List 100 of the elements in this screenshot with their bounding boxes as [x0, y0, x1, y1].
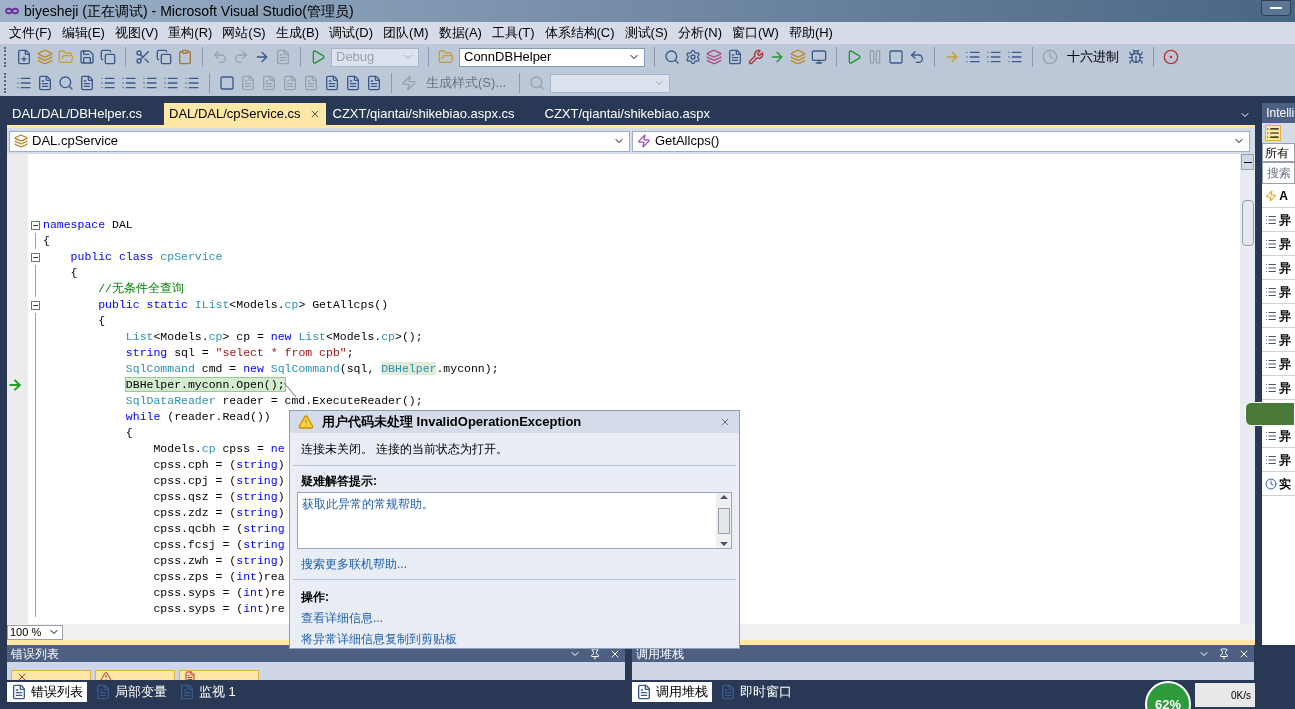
filter-toggle[interactable] — [11, 670, 91, 680]
file-tab[interactable]: CZXT/qiantai/shikebiao.aspx.cs — [327, 103, 538, 125]
code-line: cpss.zwh = (string) — [152, 553, 285, 569]
restart-icon[interactable] — [909, 49, 925, 65]
panel-row[interactable]: 实 — [1262, 472, 1295, 496]
breakpoint-icon[interactable] — [1128, 49, 1144, 65]
help-link[interactable]: 获取此异常的常规帮助。 — [302, 495, 712, 514]
menu-item[interactable]: 数据(A) — [433, 23, 487, 43]
panel-row[interactable]: 异 — [1262, 352, 1295, 376]
pin-icon[interactable] — [1218, 647, 1230, 660]
menu-item[interactable]: 文件(F) — [4, 23, 57, 43]
hex-button[interactable]: 十六进制 — [1063, 47, 1123, 67]
menu-item[interactable]: 团队(M) — [378, 23, 434, 43]
leader-line — [283, 382, 297, 398]
command-window-icon[interactable] — [811, 49, 827, 65]
file-tab[interactable]: CZXT/qiantai/shikebiao.aspx — [539, 103, 715, 125]
infinity-logo-icon — [4, 6, 20, 16]
panel-tab[interactable]: 调用堆栈 — [632, 682, 712, 702]
collapse-icon[interactable] — [31, 300, 40, 310]
toolbar-icon[interactable] — [37, 75, 53, 91]
menu-item[interactable]: 重构(R) — [163, 23, 218, 43]
panel-tab[interactable]: 局部变量 — [91, 682, 171, 702]
action-link[interactable]: 查看详细信息... — [290, 606, 739, 627]
panel-row[interactable]: 异 — [1262, 448, 1295, 472]
cut-icon[interactable] — [135, 49, 151, 65]
panel-tab[interactable]: 监视 1 — [175, 682, 240, 702]
menu-item[interactable]: 体系结构(C) — [539, 23, 620, 43]
menu-item[interactable]: 测试(S) — [619, 23, 673, 43]
filter-toggle[interactable] — [179, 670, 259, 680]
list-icon — [1265, 429, 1278, 442]
paste-icon[interactable] — [177, 49, 193, 65]
panel-tab[interactable]: 错误列表 — [7, 682, 87, 702]
file-tab[interactable]: DAL/DAL/cpService.cs — [164, 103, 326, 125]
start-icon[interactable] — [310, 49, 326, 65]
scroll-up-icon[interactable] — [719, 495, 728, 500]
file-tab[interactable]: DAL/DAL/DBHelper.cs — [7, 103, 162, 125]
search-field[interactable]: 搜索 — [1262, 162, 1295, 184]
list-icon — [1265, 285, 1278, 298]
copy-icon[interactable] — [156, 49, 172, 65]
type-combo[interactable]: DAL.cpService — [9, 130, 630, 152]
menu-item[interactable]: 视图(V) — [109, 23, 164, 43]
code-line: cpss.syps = (int)re — [152, 585, 285, 601]
list-icon — [1265, 453, 1278, 466]
search-online-help-link[interactable]: 搜索更多联机帮助... — [290, 549, 739, 580]
scroll-down-icon[interactable] — [719, 542, 728, 547]
panel-row[interactable]: 异 — [1262, 208, 1295, 232]
navigate-icon[interactable] — [254, 49, 270, 65]
document-icon — [11, 684, 27, 700]
continue-icon[interactable] — [846, 49, 862, 65]
split-handle-icon[interactable] — [1241, 154, 1255, 170]
panel-row[interactable]: 异 — [1262, 280, 1295, 304]
toolbar-icon[interactable] — [163, 75, 179, 91]
collapse-icon[interactable] — [31, 252, 40, 262]
panel-row[interactable]: 异 — [1262, 232, 1295, 256]
toolbar-icon[interactable] — [142, 75, 158, 91]
stop-icon[interactable] — [888, 49, 904, 65]
menu-item[interactable]: 窗口(W) — [726, 23, 784, 43]
zoom-combo[interactable]: 100 % — [7, 624, 63, 640]
menu-item[interactable]: 工具(T) — [486, 23, 540, 43]
list-icon — [1265, 213, 1278, 226]
menu-item[interactable]: 网站(S) — [217, 23, 271, 43]
menu-item[interactable]: 编辑(E) — [56, 23, 110, 43]
action-link[interactable]: 将异常详细信息复制到剪贴板 — [290, 627, 739, 648]
member-combo[interactable]: GetAllcps() — [632, 130, 1250, 152]
scrollbar-thumb[interactable] — [717, 507, 730, 534]
panel-tab[interactable]: 即时窗口 — [716, 682, 796, 702]
menu-item[interactable]: 生成(B) — [270, 23, 325, 43]
save-icon[interactable] — [79, 49, 95, 65]
toolbar-icon[interactable] — [16, 75, 32, 91]
find-icon[interactable] — [664, 49, 680, 65]
document-icon — [636, 684, 652, 700]
panel-row[interactable]: 异 — [1262, 256, 1295, 280]
panel-row[interactable]: A — [1262, 184, 1295, 208]
tools-icon[interactable] — [748, 49, 764, 65]
filter-toggle[interactable] — [95, 670, 175, 680]
scrollbar-thumb[interactable] — [1241, 200, 1254, 246]
code-line: List<Models.cp> cp = new List<Models.cp>(); — [124, 329, 423, 345]
code-line: string sql = "select * from cpb"; — [124, 345, 354, 361]
menu-item[interactable]: 调试(D) — [324, 23, 379, 43]
panel-row[interactable]: 异 — [1262, 328, 1295, 352]
properties-icon[interactable] — [685, 49, 701, 65]
menu-item[interactable]: 帮助(H) — [783, 23, 838, 43]
toolbar-icon[interactable] — [79, 75, 95, 91]
categorized-icon[interactable] — [1265, 125, 1282, 141]
minimize-button[interactable] — [1261, 0, 1291, 16]
import-icon[interactable] — [769, 49, 785, 65]
panel-row[interactable]: 异 — [1262, 376, 1295, 400]
save-all-icon[interactable] — [100, 49, 116, 65]
find-combo[interactable]: ConnDBHelper — [459, 47, 645, 67]
menu-item[interactable]: 分析(N) — [672, 23, 727, 43]
new-project-icon[interactable] — [16, 49, 32, 65]
pin-icon[interactable] — [589, 647, 601, 660]
toolbar-icon[interactable] — [58, 75, 74, 91]
toolbar-icon[interactable] — [121, 75, 137, 91]
filter-combo[interactable]: 所有 — [1262, 143, 1295, 162]
collapse-icon[interactable] — [31, 220, 40, 230]
usage-meter: 62% — [1145, 681, 1191, 709]
toolbar-icon[interactable] — [184, 75, 200, 91]
panel-row[interactable]: 异 — [1262, 304, 1295, 328]
toolbar-icon[interactable] — [100, 75, 116, 91]
